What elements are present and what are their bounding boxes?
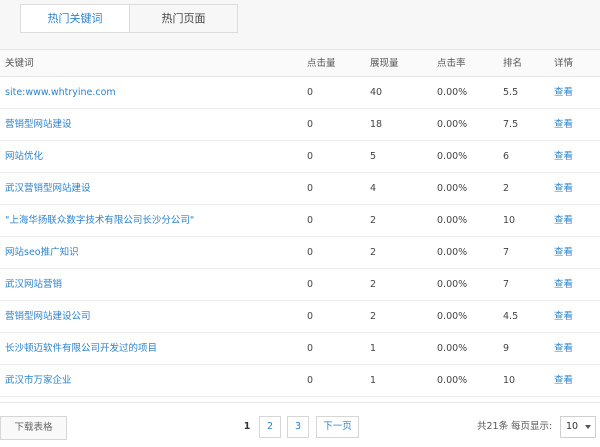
clicks-value: 0 (307, 119, 314, 130)
view-detail-link[interactable]: 查看 (554, 109, 573, 140)
view-detail-link[interactable]: 查看 (554, 365, 573, 396)
view-detail-link[interactable]: 查看 (554, 269, 573, 300)
keyword-link[interactable]: 网站seo推广知识 (5, 237, 79, 268)
impressions-value: 4 (370, 183, 377, 194)
impressions-value: 40 (370, 87, 383, 98)
rank-value: 7.5 (503, 119, 519, 130)
view-detail-link[interactable]: 查看 (554, 77, 573, 108)
per-page-select[interactable]: 10 (560, 416, 596, 438)
table-row: 营销型网站建设公司 0 2 0.00% 4.5 查看 (0, 301, 600, 333)
table-row: 网站seo推广知识 0 2 0.00% 7 查看 (0, 237, 600, 269)
rank-value: 5.5 (503, 87, 519, 98)
ctr-value: 0.00% (437, 119, 468, 130)
header-rank[interactable]: 排名 (503, 50, 522, 77)
table-row: 武汉网站营销 0 2 0.00% 7 查看 (0, 269, 600, 301)
header-ctr[interactable]: 点击率 (437, 50, 466, 77)
rank-value: 7 (503, 279, 510, 290)
clicks-value: 0 (307, 87, 314, 98)
clicks-value: 0 (307, 375, 314, 386)
table-row: 长沙顿迈软件有限公司开发过的项目 0 1 0.00% 9 查看 (0, 333, 600, 365)
keyword-link[interactable]: "上海华扬联众数字技术有限公司长沙分公司" (5, 205, 194, 236)
tab-hot-pages[interactable]: 热门页面 (129, 4, 238, 33)
view-detail-link[interactable]: 查看 (554, 205, 573, 236)
keyword-link[interactable]: 武汉网站营销 (5, 269, 62, 300)
per-page-label: 每页显示: (511, 421, 553, 432)
chevron-down-icon (585, 425, 591, 429)
keyword-link[interactable]: 武汉营销型网站建设 (5, 173, 91, 204)
keyword-link[interactable]: 长沙顿迈软件有限公司开发过的项目 (5, 333, 157, 364)
header-impressions[interactable]: 展现量 (370, 50, 399, 77)
table-footer: 下载表格 1 2 3 下一页 共21条 每页显示: 10 (0, 402, 600, 447)
clicks-value: 0 (307, 279, 314, 290)
impressions-value: 2 (370, 247, 377, 258)
download-table-button[interactable]: 下载表格 (0, 416, 67, 440)
tab-hot-keywords[interactable]: 热门关键词 (20, 4, 130, 33)
ctr-value: 0.00% (437, 215, 468, 226)
impressions-value: 2 (370, 279, 377, 290)
header-detail: 详情 (554, 58, 574, 69)
rank-value: 2 (503, 183, 510, 194)
impressions-value: 5 (370, 151, 377, 162)
impressions-value: 2 (370, 311, 377, 322)
rank-value: 10 (503, 215, 516, 226)
pagination-page-2[interactable]: 2 (259, 416, 281, 438)
clicks-value: 0 (307, 183, 314, 194)
keyword-link[interactable]: 营销型网站建设 (5, 109, 72, 140)
impressions-value: 2 (370, 215, 377, 226)
rank-value: 6 (503, 151, 510, 162)
per-page-value: 10 (566, 421, 579, 432)
tabs-bar: 热门关键词 热门页面 (0, 0, 600, 50)
view-detail-link[interactable]: 查看 (554, 141, 573, 172)
next-page-button[interactable]: 下一页 (316, 416, 359, 438)
rank-value: 7 (503, 247, 510, 258)
keyword-link[interactable]: 营销型网站建设公司 (5, 301, 91, 332)
clicks-value: 0 (307, 151, 314, 162)
impressions-value: 1 (370, 375, 377, 386)
table-row: site:www.whtryine.com 0 40 0.00% 5.5 查看 (0, 77, 600, 109)
ctr-value: 0.00% (437, 375, 468, 386)
table-row: 武汉市万家企业 0 1 0.00% 10 查看 (0, 365, 600, 397)
clicks-value: 0 (307, 247, 314, 258)
ctr-value: 0.00% (437, 151, 468, 162)
table-header: 关键词 点击量 展现量 点击率 排名 详情 (0, 50, 600, 77)
ctr-value: 0.00% (437, 247, 468, 258)
clicks-value: 0 (307, 215, 314, 226)
clicks-value: 0 (307, 311, 314, 322)
table-row: 营销型网站建设 0 18 0.00% 7.5 查看 (0, 109, 600, 141)
view-detail-link[interactable]: 查看 (554, 173, 573, 204)
impressions-value: 1 (370, 343, 377, 354)
table-row: "上海华扬联众数字技术有限公司长沙分公司" 0 2 0.00% 10 查看 (0, 205, 600, 237)
view-detail-link[interactable]: 查看 (554, 333, 573, 364)
header-clicks[interactable]: 点击量 (307, 50, 336, 77)
clicks-value: 0 (307, 343, 314, 354)
view-detail-link[interactable]: 查看 (554, 301, 573, 332)
table-row: 武汉营销型网站建设 0 4 0.00% 2 查看 (0, 173, 600, 205)
keyword-link[interactable]: 网站优化 (5, 141, 43, 172)
rank-value: 10 (503, 375, 516, 386)
rank-value: 4.5 (503, 311, 519, 322)
rank-value: 9 (503, 343, 510, 354)
view-detail-link[interactable]: 查看 (554, 237, 573, 268)
ctr-value: 0.00% (437, 87, 468, 98)
header-keyword[interactable]: 关键词 (5, 50, 34, 77)
ctr-value: 0.00% (437, 279, 468, 290)
impressions-value: 18 (370, 119, 383, 130)
keyword-link[interactable]: site:www.whtryine.com (5, 77, 116, 108)
total-count: 共21条 (477, 421, 509, 432)
ctr-value: 0.00% (437, 183, 468, 194)
ctr-value: 0.00% (437, 343, 468, 354)
pagination-current-page: 1 (243, 421, 251, 432)
table-row: 网站优化 0 5 0.00% 6 查看 (0, 141, 600, 173)
keyword-link[interactable]: 武汉市万家企业 (5, 365, 72, 396)
pagination-page-3[interactable]: 3 (287, 416, 309, 438)
ctr-value: 0.00% (437, 311, 468, 322)
